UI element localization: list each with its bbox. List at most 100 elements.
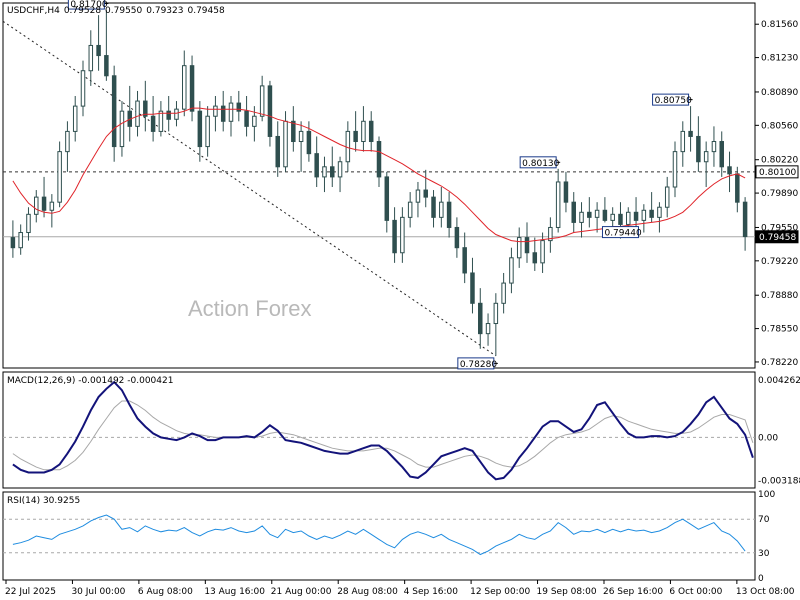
candle-body [275,135,280,168]
candle-body [213,105,218,117]
x-tick-label: 21 Aug 00:00 [271,587,332,597]
candle-body [735,173,740,203]
candle-body [407,201,413,218]
candle-body [166,110,171,120]
candle-body [478,302,483,335]
watermark: Action Forex [188,296,312,321]
candle-body [182,65,187,110]
candle-body [236,102,242,112]
candle-body [228,102,234,122]
candle-body [26,213,31,234]
macd-tick-label: -0.003188 [758,476,800,486]
candle-body [10,237,16,249]
candle-body [439,201,444,218]
candle-body [688,130,693,137]
candle-body [80,70,86,107]
candle-body [322,166,327,178]
x-tick-label: 19 Sep 08:00 [537,587,597,597]
candle-body [57,151,62,203]
x-tick-label: 12 Sep 00:00 [470,587,530,597]
price-tick-label: 0.79220 [761,257,798,267]
pane-frame-1 [2,371,756,489]
candle-body [392,219,397,254]
candle-body [291,120,296,143]
price-title: USDCHF,H4 0.79528 0.79550 0.79323 0.79458 [7,6,225,16]
price-tick-label: 0.80220 [761,156,798,166]
candle-body [34,196,39,215]
x-tick-label: 26 Sep 16:00 [603,587,663,597]
candle-body [587,211,592,218]
candle-body [703,151,709,163]
candle-body [664,186,670,208]
candle-body [104,55,109,77]
macd-tick-label: 0.004262 [758,376,800,386]
macd-tick-label: 0.00 [758,433,778,443]
candle-body [72,105,78,132]
candle-body [555,181,561,228]
candle-body [633,211,639,221]
x-tick-label: 22 Jul 2025 [5,587,56,597]
candle-body [501,282,506,304]
annotation-label: 0.79440 [604,229,641,239]
x-tick-label: 6 Aug 08:00 [138,587,193,597]
candle-body [711,141,717,153]
rsi-title: RSI(14) 30.9255 [7,496,80,506]
candle-body [462,247,467,274]
x-tick-label: 6 Oct 00:00 [669,587,722,597]
candle-body [197,110,203,148]
candle-body [330,166,335,178]
candle-body [641,209,647,221]
chart-root: 0.81560 0.81230 0.80890 0.80560 0.80220 0.798… [0,0,800,600]
candle-body [174,108,179,120]
candle-body [454,226,460,249]
candle-body [259,85,265,117]
candle-body [446,201,452,228]
candle-body [267,85,273,137]
candle-body [610,213,615,221]
candle-body [579,211,584,223]
candle-body [672,151,678,188]
ohlc-value: 0.79528 [64,6,101,16]
candle-body [524,237,530,254]
annotation-label: 0.80750 [655,96,692,106]
candle-body [485,323,491,335]
macd-title: MACD(12,26,9) -0.001492 -0.000421 [7,376,173,386]
price-tick-label: 0.78550 [761,325,798,335]
candle-body [594,209,600,218]
candle-body [306,130,312,155]
candle-body [135,100,140,127]
candle-body [470,272,475,304]
candle-body [111,75,117,148]
candle-body [88,44,94,72]
candle-body [189,65,195,112]
candle-body [415,189,421,203]
price-tick-label: 0.81560 [761,20,798,30]
candle-body [571,201,576,223]
annotation-label: 0.78280 [460,360,497,370]
rsi-tick-label: 30 [758,549,770,559]
candle-body [626,211,631,225]
candle-body [742,201,748,238]
rsi-tick-label: 0 [758,574,764,584]
candle-body [384,176,390,221]
x-tick-label: 13 Oct 08:00 [736,587,795,597]
x-tick-label: 28 Aug 08:00 [337,587,398,597]
x-tick-label: 13 Aug 16:00 [204,587,265,597]
candle-body [337,161,343,178]
x-tick-label: 4 Sep 16:00 [404,587,459,597]
price-tick-label: 0.78880 [761,291,798,301]
candle-body [719,141,724,168]
price-tick-label: 0.81230 [761,54,798,64]
candle-body [18,232,23,249]
candle-body [400,216,405,254]
candle-body [314,153,319,178]
candle-body [283,120,288,168]
candle-body [431,196,436,218]
candle-body [119,110,125,148]
pane-frame-2 [2,491,756,581]
candle-body [680,130,686,153]
ohlc-value: 0.79550 [105,6,142,16]
candle-body [252,115,257,127]
candle-body [532,252,538,264]
ohlc-value: 0.79323 [146,6,183,16]
